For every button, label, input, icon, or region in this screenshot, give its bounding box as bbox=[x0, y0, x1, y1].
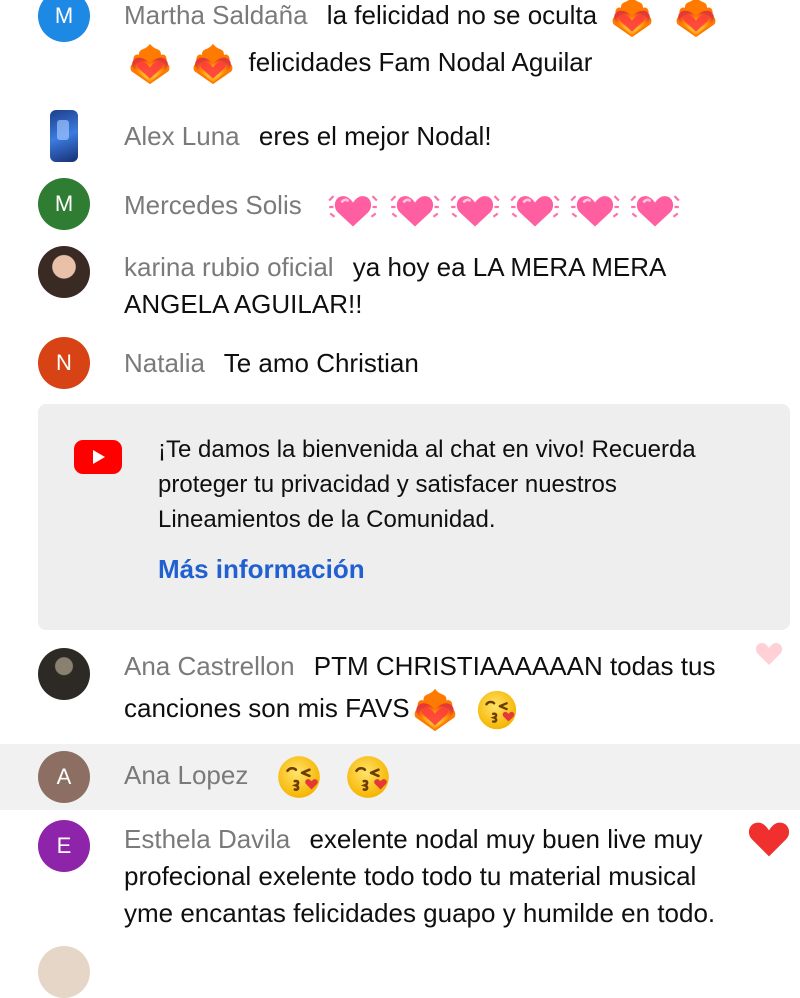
heart-on-fire-icon bbox=[610, 0, 654, 39]
message-text: yme encantas felicidades guapo y humilde… bbox=[124, 898, 716, 928]
welcome-banner: ¡Te damos la bienvenida al chat en vivo!… bbox=[38, 404, 790, 630]
message-author[interactable]: Natalia bbox=[124, 348, 205, 378]
message-text: eres el mejor Nodal! bbox=[258, 121, 492, 151]
avatar[interactable]: A bbox=[38, 751, 90, 803]
avatar[interactable] bbox=[38, 246, 90, 298]
chat-message: A Ana Lopez bbox=[0, 744, 800, 810]
message-author[interactable]: Ana Castrellon bbox=[124, 651, 295, 681]
beating-heart-icon bbox=[509, 181, 561, 233]
beating-heart-icon bbox=[569, 181, 621, 233]
face-blowing-kiss-icon bbox=[274, 752, 324, 802]
face-blowing-kiss-icon bbox=[343, 752, 393, 802]
avatar[interactable] bbox=[50, 110, 78, 162]
message-author[interactable]: karina rubio oficial bbox=[124, 252, 334, 282]
heart-on-fire-icon bbox=[191, 42, 235, 86]
avatar-letter: A bbox=[56, 764, 72, 789]
heart-on-fire-icon bbox=[674, 0, 718, 39]
youtube-logo-icon bbox=[74, 440, 122, 474]
message-text: ANGELA AGUILAR!! bbox=[124, 289, 363, 319]
avatar-letter: M bbox=[54, 3, 74, 28]
message-author[interactable]: Esthela Davila bbox=[124, 824, 290, 854]
avatar-letter: N bbox=[56, 350, 72, 375]
message-author[interactable]: Ana Lopez bbox=[124, 760, 248, 790]
avatar[interactable]: N bbox=[38, 337, 90, 389]
avatar[interactable] bbox=[38, 648, 90, 700]
message-text: exelente nodal muy buen live muy bbox=[309, 824, 703, 854]
welcome-text-line: Lineamientos de la Comunidad. bbox=[158, 506, 496, 533]
message-text: canciones son mis FAVS bbox=[124, 692, 410, 723]
welcome-text-line: proteger tu privacidad y satisfacer nues… bbox=[158, 471, 617, 498]
beating-heart-icon bbox=[629, 181, 681, 233]
message-text: PTM CHRISTIAAAAAAN todas tus bbox=[313, 651, 716, 681]
message-text: felicidades Fam Nodal Aguilar bbox=[248, 46, 593, 77]
heart-on-fire-icon bbox=[412, 687, 458, 733]
avatar[interactable]: E bbox=[38, 820, 90, 872]
avatar[interactable]: M bbox=[38, 0, 90, 42]
avatar[interactable]: M bbox=[38, 178, 90, 230]
avatar-letter: M bbox=[54, 191, 74, 216]
message-text: la felicidad no se oculta bbox=[326, 0, 598, 30]
message-text: profecional exelente todo todo tu materi… bbox=[124, 861, 697, 891]
face-blowing-kiss-icon bbox=[474, 687, 520, 733]
welcome-text-line: ¡Te damos la bienvenida al chat en vivo!… bbox=[158, 436, 696, 463]
message-author[interactable]: Martha Saldaña bbox=[124, 0, 308, 30]
avatar[interactable] bbox=[38, 946, 90, 998]
heart-on-fire-icon bbox=[128, 42, 172, 86]
more-info-link[interactable]: Más información bbox=[158, 554, 365, 585]
avatar-letter: E bbox=[56, 833, 72, 858]
beating-heart-icon bbox=[449, 181, 501, 233]
beating-heart-icon bbox=[327, 181, 379, 233]
message-text: Te amo Christian bbox=[223, 348, 419, 378]
message-text: ya hoy ea LA MERA MERA bbox=[352, 252, 667, 282]
message-author[interactable]: Mercedes Solis bbox=[124, 190, 302, 220]
beating-heart-icon bbox=[389, 181, 441, 233]
message-author[interactable]: Alex Luna bbox=[124, 121, 240, 151]
